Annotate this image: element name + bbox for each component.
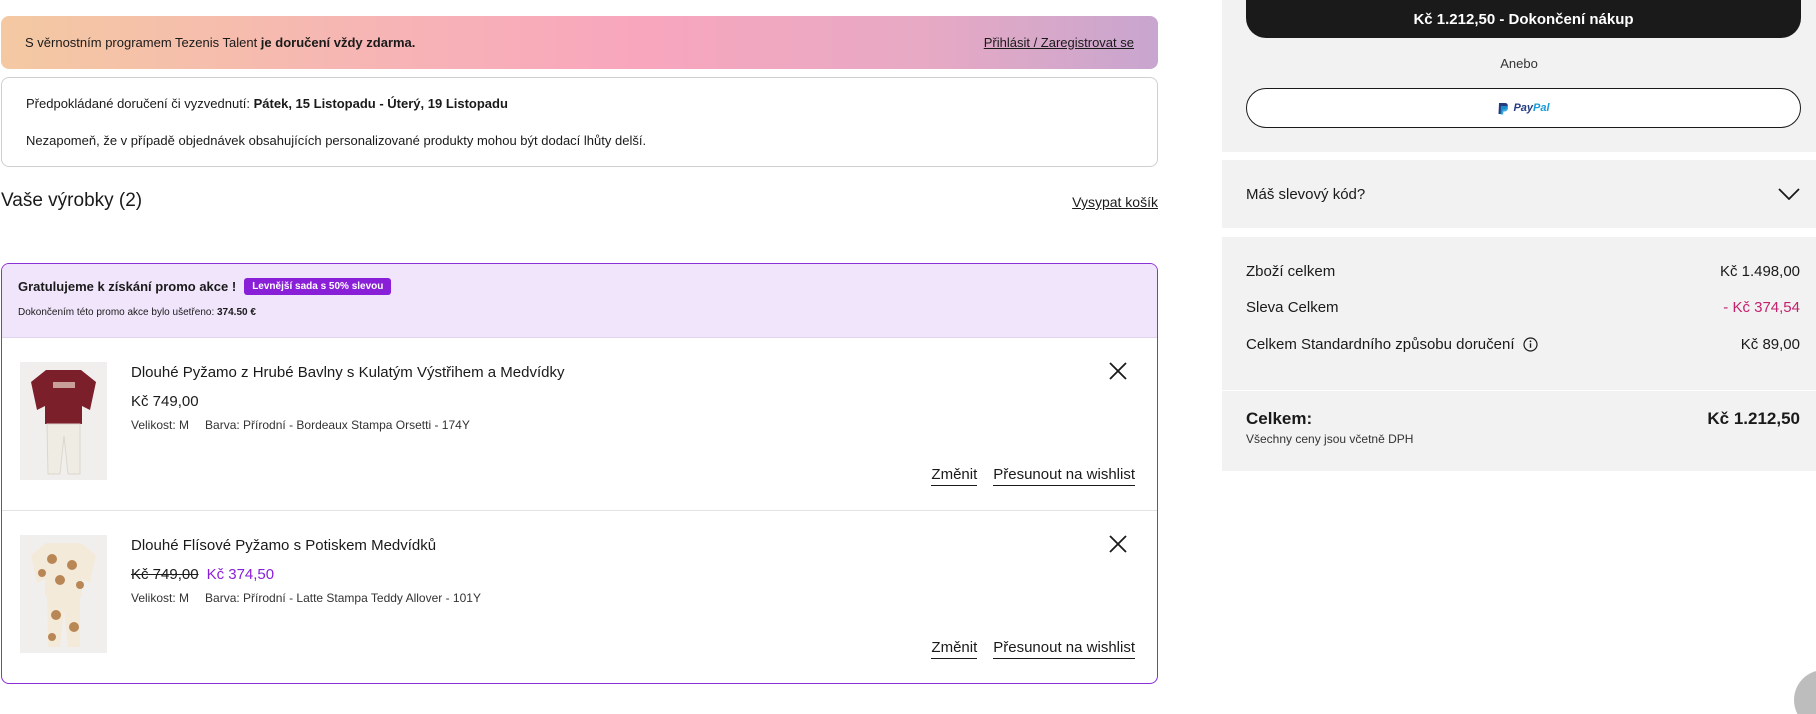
- paypal-icon: [1498, 102, 1509, 114]
- checkout-panel: Kč 1.212,50 - Dokončení nákup Anebo PayP…: [1222, 0, 1816, 152]
- shipping-total-row: Celkem Standardního způsobu doručení Kč …: [1246, 336, 1800, 353]
- delivery-note: Nezapomeň, že v případě objednávek obsah…: [26, 133, 647, 148]
- discount-code-label: Máš slevový kód?: [1246, 185, 1366, 203]
- shipping-total-label: Celkem Standardního způsobu doručení: [1246, 336, 1515, 353]
- chat-widget-button[interactable]: [1794, 670, 1816, 714]
- chevron-down-icon: [1778, 188, 1800, 200]
- move-to-wishlist-button[interactable]: Přesunout na wishlist: [993, 639, 1135, 659]
- original-price: Kč 749,00: [131, 566, 199, 583]
- grand-total-label: Celkem:: [1246, 409, 1313, 428]
- product-thumbnail[interactable]: [20, 362, 107, 480]
- grand-total-row: Celkem: Kč 1.212,50: [1246, 409, 1800, 429]
- loyalty-text: S věrnostním programem Tezenis Talent je…: [25, 35, 416, 50]
- goods-total-row: Zboží celkem Kč 1.498,00: [1246, 263, 1800, 280]
- delivery-info-box: Předpokládané doručení či vyzvednutí: Pá…: [1, 77, 1158, 167]
- products-title: Vaše výrobky (2): [1, 190, 143, 211]
- discount-code-toggle[interactable]: Máš slevový kód?: [1222, 160, 1816, 228]
- login-register-link[interactable]: Přihlásit / Zaregistrovat se: [984, 35, 1134, 50]
- cart-item: Dlouhé Flísové Pyžamo s Potiskem Medvídk…: [2, 511, 1157, 683]
- product-size: Velikost: M: [131, 418, 190, 432]
- promo-banner: Gratulujeme k získání promo akce ! Levně…: [2, 264, 1157, 338]
- product-thumbnail[interactable]: [20, 535, 107, 653]
- cart-items-box: Gratulujeme k získání promo akce ! Levně…: [1, 263, 1158, 684]
- goods-total-value: Kč 1.498,00: [1719, 263, 1800, 280]
- checkout-button[interactable]: Kč 1.212,50 - Dokončení nákup: [1246, 0, 1801, 38]
- grand-total-value: Kč 1.212,50: [1707, 409, 1800, 428]
- product-price: Kč 749,00 Kč 374,50: [131, 566, 274, 583]
- product-name[interactable]: Dlouhé Pyžamo z Hrubé Bavlny s Kulatým V…: [131, 364, 565, 381]
- goods-total-label: Zboží celkem: [1246, 263, 1336, 280]
- discount-total-row: Sleva Celkem - Kč 374,54: [1246, 299, 1800, 316]
- summary-divider: [1222, 390, 1816, 391]
- product-color: Barva: Přírodní - Latte Stampa Teddy All…: [205, 591, 481, 605]
- product-attributes: Velikost: M Barva: Přírodní - Bordeaux S…: [131, 418, 470, 432]
- delivery-estimate: Předpokládané doručení či vyzvednutí: Pá…: [26, 96, 508, 111]
- item-actions: Změnit Přesunout na wishlist: [931, 639, 1135, 659]
- remove-item-icon[interactable]: [1107, 360, 1129, 382]
- change-button[interactable]: Změnit: [931, 466, 978, 486]
- info-icon[interactable]: [1522, 337, 1538, 352]
- discounted-price: Kč 374,50: [206, 566, 275, 583]
- change-button[interactable]: Změnit: [931, 639, 978, 659]
- remove-item-icon[interactable]: [1107, 533, 1129, 555]
- product-color: Barva: Přírodní - Bordeaux Stampa Orsett…: [205, 418, 470, 432]
- product-name[interactable]: Dlouhé Flísové Pyžamo s Potiskem Medvídk…: [131, 537, 436, 554]
- promo-badge: Levnější sada s 50% slevou: [244, 278, 392, 295]
- paypal-label: PayPal: [1513, 102, 1550, 114]
- cart-item: Dlouhé Pyžamo z Hrubé Bavlny s Kulatým V…: [2, 338, 1157, 511]
- vat-note: Všechny ceny jsou včetně DPH: [1246, 432, 1414, 446]
- discount-total-value: - Kč 374,54: [1723, 299, 1800, 316]
- discount-total-label: Sleva Celkem: [1246, 299, 1339, 316]
- order-summary: Zboží celkem Kč 1.498,00 Sleva Celkem - …: [1222, 237, 1816, 471]
- promo-headline: Gratulujeme k získání promo akce !: [18, 279, 237, 294]
- move-to-wishlist-button[interactable]: Přesunout na wishlist: [993, 466, 1135, 486]
- product-attributes: Velikost: M Barva: Přírodní - Latte Stam…: [131, 591, 481, 605]
- paypal-button[interactable]: PayPal: [1246, 88, 1801, 128]
- product-price: Kč 749,00: [131, 393, 199, 410]
- item-actions: Změnit Přesunout na wishlist: [931, 466, 1135, 486]
- current-price: Kč 749,00: [131, 393, 199, 410]
- product-size: Velikost: M: [131, 591, 190, 605]
- loyalty-banner: S věrnostním programem Tezenis Talent je…: [1, 16, 1158, 69]
- or-divider-text: Anebo: [1500, 56, 1538, 71]
- empty-cart-link[interactable]: Vysypat košík: [1072, 194, 1158, 210]
- shipping-total-value: Kč 89,00: [1740, 336, 1800, 353]
- promo-saved: Dokončením této promo akce bylo ušetřeno…: [18, 307, 256, 318]
